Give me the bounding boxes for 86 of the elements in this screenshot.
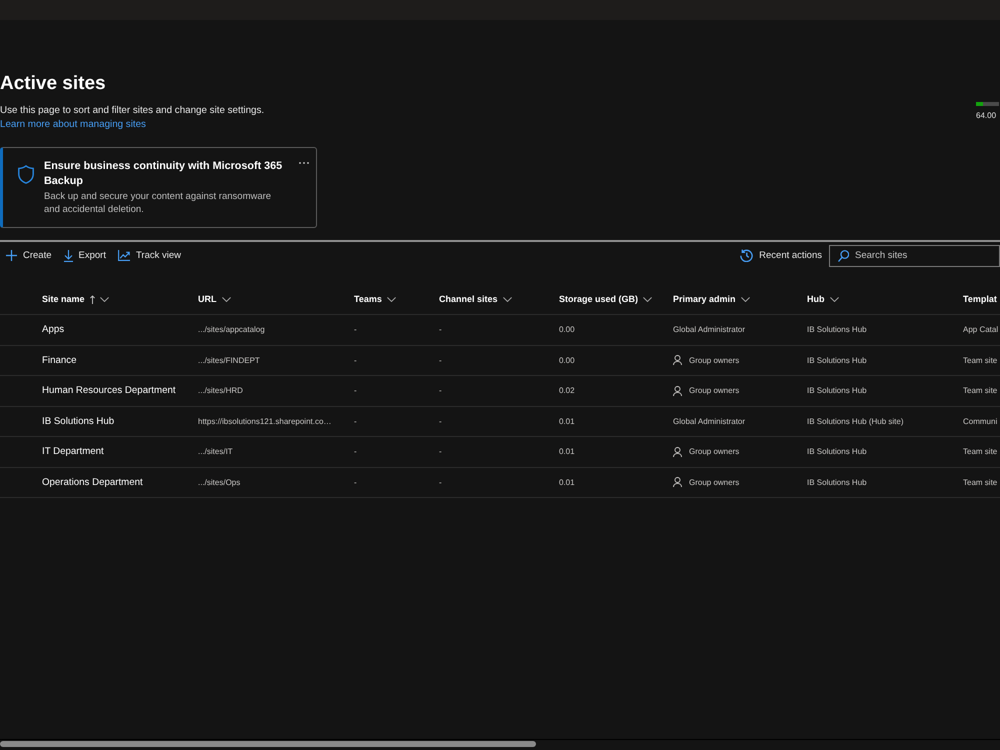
channel-sites-cell: -	[439, 416, 442, 426]
hub-cell: IB Solutions Hub	[807, 386, 867, 396]
table-cell: Communi	[963, 416, 998, 426]
chevron-down-icon	[830, 296, 838, 302]
column-header[interactable]: Storage used (GB)	[559, 294, 652, 304]
site-name[interactable]: IB Solutions Hub	[42, 416, 114, 427]
hub-cell: IB Solutions Hub	[807, 478, 867, 487]
table-cell: Team site	[963, 356, 998, 365]
teams-cell: -	[354, 447, 357, 456]
line-chart-icon	[118, 250, 130, 261]
page-description: Use this page to sort and filter sites and change site settings.	[0, 104, 264, 118]
person-icon	[673, 386, 682, 396]
column-header[interactable]: Site name	[42, 294, 109, 304]
chevron-down-icon	[386, 296, 396, 302]
hub-cell: IB Solutions Hub	[807, 325, 867, 334]
table-cell: Team site	[963, 447, 998, 456]
teams-cell: -	[354, 416, 357, 426]
column-header[interactable]: URL	[198, 294, 230, 304]
learn-more-link[interactable]: Learn more about managing sites	[0, 118, 146, 132]
export-button[interactable]: Export	[64, 250, 106, 262]
primary-admin-cell: Group owners	[689, 356, 740, 365]
primary-admin-cell: Group owners	[689, 447, 740, 456]
plus-icon	[6, 250, 17, 261]
shield-icon	[18, 165, 34, 184]
column-header[interactable]: Primary admin	[673, 294, 750, 304]
table-cell: Team site	[963, 386, 998, 396]
site-name[interactable]: Apps	[42, 324, 64, 336]
table-cell: App Catal	[963, 325, 998, 334]
search-icon	[838, 250, 849, 262]
person-icon	[673, 446, 682, 457]
download-icon	[64, 250, 73, 262]
teams-cell: -	[354, 356, 357, 365]
channel-sites-cell: -	[439, 356, 442, 365]
channel-sites-cell: -	[439, 325, 442, 334]
site-name[interactable]: Operations Department	[42, 476, 143, 488]
sort-up-arrow-icon	[90, 294, 95, 304]
track-view-button[interactable]: Track view	[118, 250, 182, 262]
storage-cell: 0.02	[559, 386, 575, 396]
primary-admin-cell: Global Administrator	[673, 416, 746, 426]
storage-cell: 0.01	[559, 447, 575, 456]
hub-cell: IB Solutions Hub	[807, 356, 867, 365]
teams-cell: -	[354, 478, 357, 487]
channel-sites-cell: -	[439, 386, 442, 396]
person-icon	[673, 477, 682, 488]
history-icon	[740, 249, 754, 262]
scrollbar-thumb[interactable]	[0, 741, 536, 747]
person-icon	[673, 355, 682, 366]
site-name[interactable]: Finance	[42, 354, 76, 366]
column-header[interactable]: Channel sites	[439, 294, 512, 304]
chevron-down-icon	[222, 296, 230, 302]
url-cell: .../sites/Ops	[198, 478, 240, 487]
column-header[interactable]: Hub	[807, 294, 838, 304]
url-cell: https://ibsolutions121.sharepoint.co…	[198, 416, 332, 426]
column-header[interactable]: Templat	[963, 294, 997, 304]
storage-cell: 0.00	[559, 356, 575, 365]
teams-cell: -	[354, 325, 357, 334]
chevron-down-icon	[740, 296, 750, 302]
search-field[interactable]: Search sites	[829, 244, 1000, 266]
teams-cell: -	[354, 386, 357, 396]
url-cell: .../sites/IT	[198, 447, 233, 456]
url-cell: .../sites/HRD	[198, 386, 243, 396]
storage-cell: 0.00	[559, 325, 575, 334]
table-cell: Team site	[963, 478, 998, 487]
site-name[interactable]: IT Department	[42, 446, 104, 458]
column-header[interactable]: Teams	[354, 294, 396, 304]
chevron-down-icon	[100, 296, 109, 302]
hub-cell: IB Solutions Hub (Hub site)	[807, 416, 904, 426]
storage-cell: 0.01	[559, 416, 575, 426]
primary-admin-cell: Global Administrator	[673, 325, 746, 334]
recent-actions-button[interactable]: Recent actions	[740, 249, 822, 262]
chevron-down-icon	[643, 296, 652, 302]
banner-text: Back up and secure your content against ransomware and accidental deletion.	[44, 190, 272, 216]
chevron-down-icon	[502, 296, 512, 302]
banner-title: Ensure business continuity with Microsoft 365 Backup	[44, 159, 284, 189]
url-cell: .../sites/appcatalog	[198, 325, 265, 334]
storage-cell: 0.01	[559, 478, 575, 487]
primary-admin-cell: Group owners	[689, 478, 740, 487]
page-title: Active sites	[0, 72, 106, 96]
url-cell: .../sites/FINDEPT	[198, 356, 260, 365]
create-button[interactable]: Create	[6, 250, 52, 262]
channel-sites-cell: -	[439, 478, 442, 487]
channel-sites-cell: -	[439, 447, 442, 456]
primary-admin-cell: Group owners	[689, 386, 740, 396]
hub-cell: IB Solutions Hub	[807, 447, 867, 456]
storage-reading: 64.00	[976, 111, 996, 121]
site-name[interactable]: Human Resources Department	[42, 385, 176, 396]
